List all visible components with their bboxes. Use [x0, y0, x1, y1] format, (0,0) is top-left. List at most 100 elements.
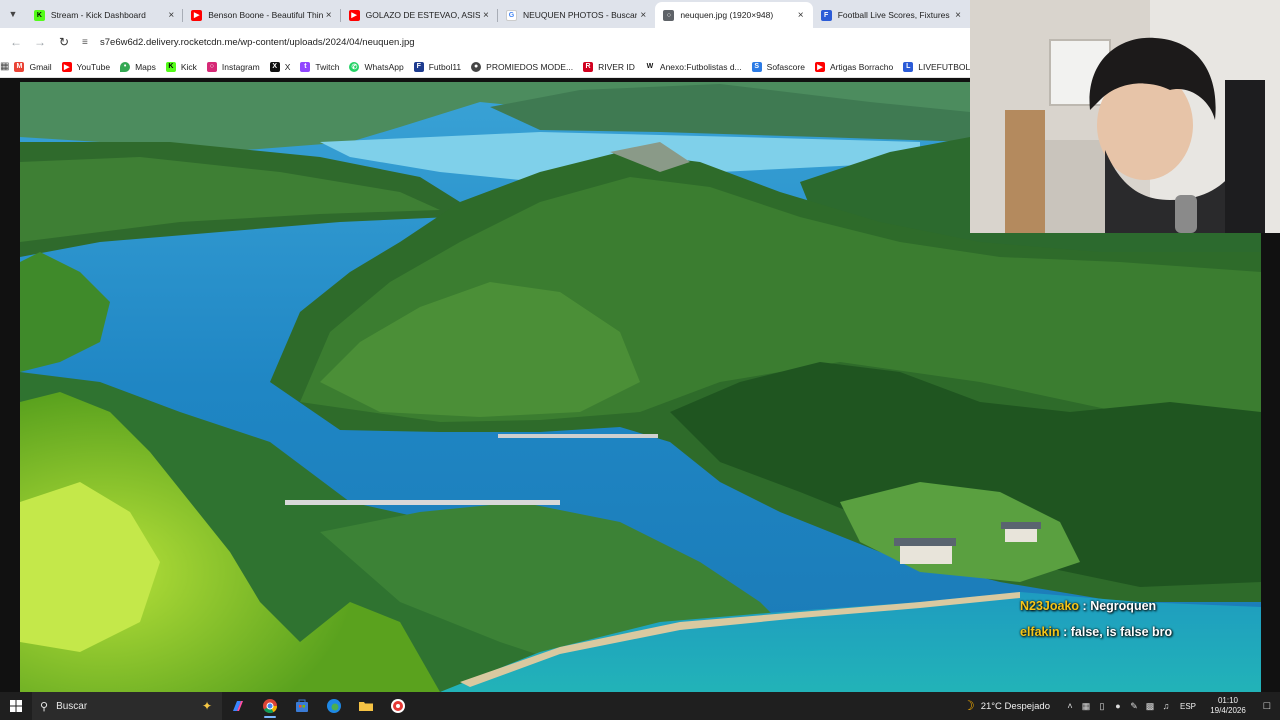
windows-taskbar: ⚲ Buscar ✦ ☽ 21°C Despejado ˄ ▦ ▯ ● ✎ ▩ …: [0, 692, 1280, 720]
tab-title: neuquen.jpg (1920×948): [680, 10, 774, 20]
close-icon[interactable]: ×: [323, 10, 335, 21]
bookmark-futbol11[interactable]: F Futbol11: [409, 56, 466, 78]
start-button[interactable]: [0, 692, 32, 720]
bookmark-label: WhatsApp: [364, 61, 404, 72]
bookmark-x[interactable]: XX: [265, 56, 296, 78]
close-icon[interactable]: ×: [637, 10, 649, 21]
recording-app-icon[interactable]: [382, 692, 414, 720]
search-icon: ⚲: [40, 700, 49, 713]
webcam-overlay: [970, 0, 1280, 233]
copilot-icon[interactable]: [222, 692, 254, 720]
bookmark-twitch[interactable]: t Twitch: [295, 56, 344, 78]
volume-icon[interactable]: ♫: [1158, 701, 1174, 711]
url-text: s7e6w6d2.delivery.rocketcdn.me/wp-conten…: [100, 36, 415, 48]
site-info-icon[interactable]: ≡: [82, 37, 96, 48]
maps-icon: •: [120, 61, 131, 72]
chat-text: Negroquen: [1090, 599, 1157, 613]
taskbar-search-placeholder: Buscar: [56, 700, 88, 712]
bookmark-youtube[interactable]: ▶ YouTube: [57, 56, 115, 78]
bookmark-label: Gmail: [29, 61, 52, 72]
bookmark-label: LIVEFUTBOL: [918, 61, 971, 72]
chrome-icon[interactable]: [254, 692, 286, 720]
youtube-icon: ▶: [61, 61, 72, 72]
notification-icon[interactable]: □: [1254, 700, 1280, 712]
wikipedia-icon: W: [644, 61, 655, 72]
stream-chat-overlay: N23Joako : Negroquen elfakin : false, is…: [1020, 598, 1172, 650]
tab[interactable]: ▶ GOLAZO DE ESTEVAO, ASISTENCIA ×: [341, 2, 498, 28]
usb-icon[interactable]: ▯: [1094, 701, 1110, 712]
app-tray-icon[interactable]: ▦: [1078, 701, 1094, 712]
google-icon: G: [505, 9, 517, 21]
bookmark-artigas[interactable]: ▶ Artigas Borracho: [810, 56, 898, 78]
back-icon[interactable]: ←: [4, 30, 28, 54]
livefutbol-icon: L: [903, 61, 914, 72]
bookmark-label: RIVER ID: [598, 61, 635, 72]
bookmark-maps[interactable]: • Maps: [115, 56, 161, 78]
bookmark-label: Twitch: [315, 61, 340, 72]
close-icon[interactable]: ×: [480, 10, 492, 21]
edit-icon[interactable]: ✎: [1126, 701, 1142, 712]
taskbar-search[interactable]: ⚲ Buscar ✦: [32, 692, 222, 720]
forward-icon[interactable]: →: [28, 30, 52, 54]
network-icon[interactable]: ▩: [1142, 701, 1158, 712]
language-indicator[interactable]: ESP: [1180, 702, 1196, 711]
weather-widget[interactable]: ☽ 21°C Despejado: [963, 698, 1050, 714]
tab-strip: ▼ K Stream - Kick Dashboard × ▶ Benson B…: [0, 0, 970, 28]
youtube-icon: ▶: [348, 9, 360, 21]
chat-text: false, is false bro: [1070, 625, 1173, 639]
apps-grid-icon[interactable]: ▦: [0, 61, 9, 72]
bookmark-label: X: [284, 61, 291, 72]
windows-logo-icon: [10, 700, 22, 712]
clock[interactable]: 01:10 19/4/2026: [1202, 696, 1254, 716]
tab-title: Football Live Scores, Fixtures & Results: [837, 10, 952, 20]
livefutbol-icon: F: [820, 9, 832, 21]
gmail-icon: M: [14, 61, 25, 72]
tab-active[interactable]: ○ neuquen.jpg (1920×948) ×: [655, 2, 813, 28]
kick-icon: K: [165, 61, 176, 72]
file-explorer-icon[interactable]: [350, 692, 382, 720]
kick-icon: K: [33, 9, 45, 21]
bookmark-livefutbol[interactable]: L LIVEFUTBOL: [898, 56, 975, 78]
address-bar[interactable]: ≡ s7e6w6d2.delivery.rocketcdn.me/wp-cont…: [82, 31, 970, 53]
whatsapp-icon: ✆: [349, 61, 360, 72]
close-icon[interactable]: ×: [952, 10, 964, 21]
bookmark-label: PROMIEDOS MODE...: [486, 61, 574, 72]
tab-title: Stream - Kick Dashboard: [50, 10, 146, 20]
search-highlight-icon: ✦: [201, 699, 212, 713]
youtube-icon: ▶: [191, 9, 203, 21]
chevron-up-icon[interactable]: ˄: [1062, 701, 1078, 711]
bookmark-river-id[interactable]: R RIVER ID: [578, 56, 640, 78]
bookmark-instagram[interactable]: ○ Instagram: [202, 56, 265, 78]
edge-icon[interactable]: [318, 692, 350, 720]
reload-icon[interactable]: ↻: [52, 30, 76, 54]
bookmark-sofascore[interactable]: S Sofascore: [747, 56, 810, 78]
microphone-icon[interactable]: ●: [1110, 701, 1126, 711]
bookmark-label: Sofascore: [766, 61, 805, 72]
x-icon: X: [269, 61, 280, 72]
chat-message: elfakin : false, is false bro: [1020, 624, 1172, 650]
bookmark-promiedos[interactable]: ● PROMIEDOS MODE...: [466, 56, 578, 78]
tab[interactable]: G NEUQUEN PHOTOS - Buscar con Google ×: [498, 2, 655, 28]
tab-title: Benson Boone - Beautiful Things: [208, 10, 323, 20]
store-icon[interactable]: [286, 692, 318, 720]
chat-username: N23Joako: [1020, 599, 1080, 613]
river-icon: R: [583, 61, 594, 72]
tab-title: NEUQUEN PHOTOS - Buscar con Google: [522, 10, 638, 20]
weather-text: 21°C Despejado: [980, 700, 1050, 712]
bookmarks-bar: ▦ M Gmail ▶ YouTube • Maps K Kick ○ Instagram…: [0, 56, 970, 78]
youtube-icon: ▶: [814, 61, 825, 72]
chat-message: N23Joako : Negroquen: [1020, 598, 1172, 624]
tab[interactable]: K Stream - Kick Dashboard ×: [26, 2, 184, 28]
bookmark-whatsapp[interactable]: ✆ WhatsApp: [344, 56, 408, 78]
tab-search-menu-icon[interactable]: ▼: [0, 0, 26, 28]
close-icon[interactable]: ×: [165, 10, 177, 21]
close-icon[interactable]: ×: [795, 10, 807, 21]
tab[interactable]: ▶ Benson Boone - Beautiful Things ×: [183, 2, 341, 28]
bookmark-wikipedia[interactable]: W Anexo:Futbolistas d...: [640, 56, 747, 78]
bookmark-gmail[interactable]: M Gmail: [9, 56, 56, 78]
moon-icon: ☽: [963, 698, 975, 713]
chat-separator: :: [1063, 625, 1071, 639]
bookmark-kick[interactable]: K Kick: [161, 56, 202, 78]
bookmark-label: Futbol11: [428, 61, 462, 72]
tab[interactable]: F Football Live Scores, Fixtures & Resul…: [813, 2, 970, 28]
